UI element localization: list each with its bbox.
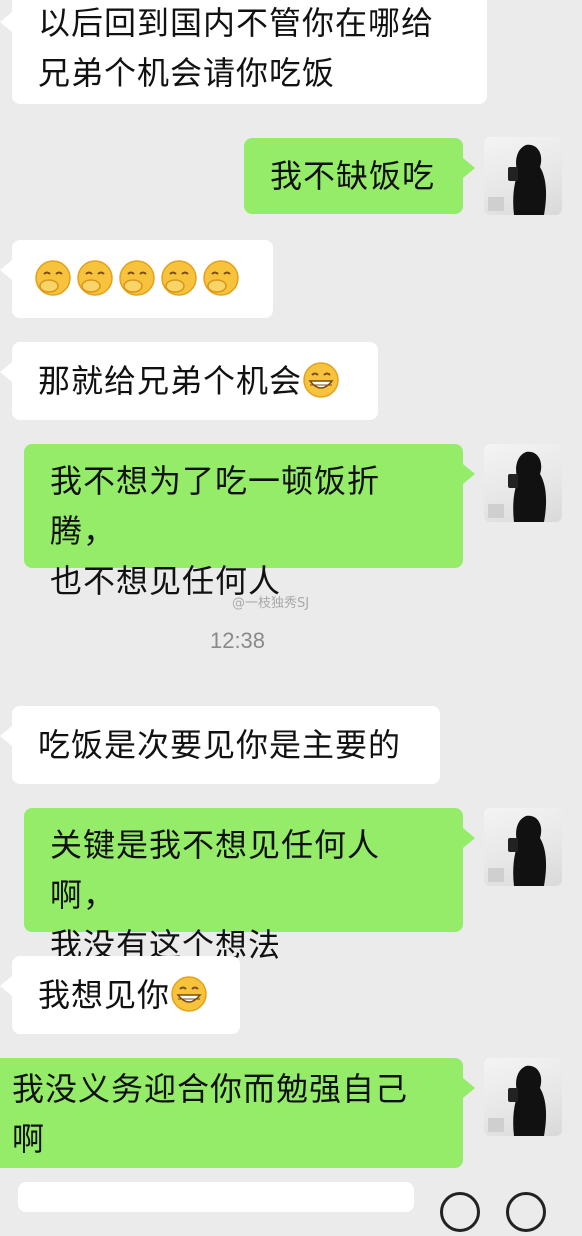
user-avatar[interactable] xyxy=(484,137,562,215)
message-input-field[interactable] xyxy=(18,1182,414,1212)
grin-emoji xyxy=(170,975,208,1013)
grin-emoji xyxy=(302,361,340,399)
watermark: @一枝独秀SJ xyxy=(232,596,310,611)
message-bubble-incoming[interactable]: 吃饭是次要见你是主要的 xyxy=(0,706,440,784)
covering-mouth-laugh-emoji xyxy=(202,259,240,297)
covering-mouth-laugh-emoji xyxy=(76,259,114,297)
message-text-line: 我没义务迎合你而勉强自己 xyxy=(12,1070,409,1108)
message-text-line: 我不缺饭吃 xyxy=(270,157,436,195)
message-text-line: 啊 xyxy=(12,1120,46,1158)
message-text-line: 我想见你 xyxy=(38,976,171,1014)
message-text-line: 吃饭是次要见你是主要的 xyxy=(38,726,402,764)
user-avatar[interactable] xyxy=(484,1058,562,1136)
message-bubble-outgoing[interactable]: 我没义务迎合你而勉强自己 啊 xyxy=(0,1058,475,1168)
message-timestamp: 12:38 xyxy=(209,628,266,653)
message-text-line: 那就给兄弟个机会 xyxy=(38,362,303,400)
message-bubble-outgoing[interactable]: 我不想为了吃一顿饭折腾， 也不想见任何人 xyxy=(24,444,475,600)
user-avatar[interactable] xyxy=(484,444,562,522)
message-bubble-incoming[interactable]: 以后回到国内不管你在哪给 兄弟个机会请你吃饭 xyxy=(0,0,487,104)
user-avatar[interactable] xyxy=(484,808,562,886)
input-toolbar xyxy=(440,1192,572,1236)
covering-mouth-laugh-emoji xyxy=(118,259,156,297)
message-text-line: 关键是我不想见任何人啊， xyxy=(50,826,381,914)
message-text-line: 我不想为了吃一顿饭折腾， xyxy=(50,462,381,550)
message-bubble-incoming[interactable]: 我想见你 xyxy=(0,956,240,1034)
message-bubble-incoming[interactable]: 那就给兄弟个机会 xyxy=(0,342,378,420)
message-text-line: 兄弟个机会请你吃饭 xyxy=(38,54,336,92)
plus-button-icon[interactable] xyxy=(506,1192,546,1232)
message-text-line: 以后回到国内不管你在哪给 xyxy=(38,4,435,42)
message-bubble-incoming[interactable] xyxy=(0,240,273,318)
emoji-button-icon[interactable] xyxy=(440,1192,480,1232)
message-bubble-outgoing[interactable]: 关键是我不想见任何人啊， 我没有这个想法 xyxy=(24,808,475,964)
covering-mouth-laugh-emoji xyxy=(34,259,72,297)
message-bubble-outgoing[interactable]: 我不缺饭吃 xyxy=(244,138,475,214)
covering-mouth-laugh-emoji xyxy=(160,259,198,297)
